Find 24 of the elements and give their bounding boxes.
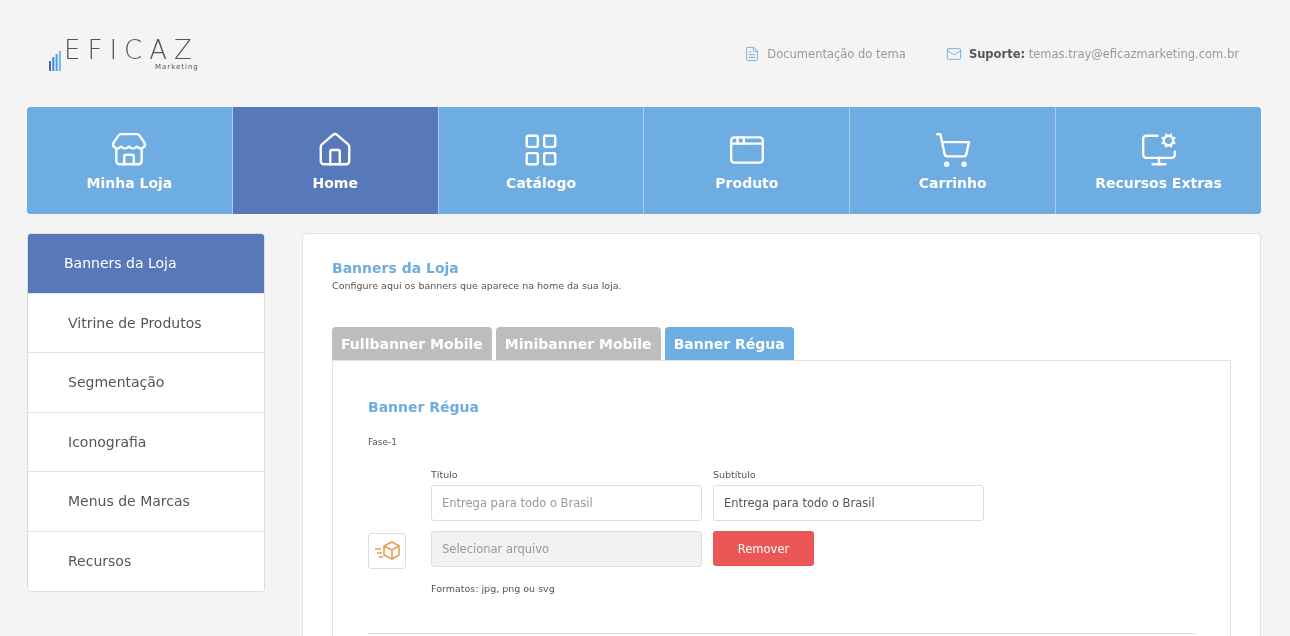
page-title: Banners da Loja <box>332 260 460 276</box>
remove-button[interactable]: Remover <box>713 531 814 566</box>
document-icon <box>744 45 761 62</box>
page-subtitle: Configure aqui os banners que aparece na home da sua loja. <box>332 280 623 291</box>
text-field[interactable]: Entrega para todo o Brasil <box>713 485 984 521</box>
mail-icon <box>945 45 962 62</box>
tab[interactable]: Banner Régua <box>664 327 794 360</box>
formats-hint: Formatos: jpg, png ou svg <box>431 583 555 594</box>
nav-tab[interactable]: Home <box>232 107 439 214</box>
sidebar-item[interactable]: Banners da Loja <box>28 234 264 294</box>
tab[interactable]: Minibanner Mobile <box>495 327 661 360</box>
nav-tab[interactable]: Minha Loja <box>27 107 233 214</box>
delivery-box-icon <box>374 538 400 563</box>
section-title: Banner Régua <box>368 399 481 415</box>
field-label: Título <box>431 469 459 480</box>
tab[interactable]: Fullbanner Mobile <box>332 327 492 360</box>
documentation-link[interactable]: Documentação do tema <box>744 45 906 62</box>
shopping-cart-icon <box>933 130 972 169</box>
phase-label: Fase-1 <box>368 437 399 447</box>
logo-name: EFICAZ <box>64 36 199 63</box>
text-field[interactable]: Entrega para todo o Brasil <box>431 485 702 521</box>
field-label: Subtítulo <box>713 469 757 480</box>
support-link[interactable]: Suporte: temas.tray@eficazmarketing.com.br <box>945 45 1239 62</box>
bars-logo-icon <box>49 50 61 71</box>
